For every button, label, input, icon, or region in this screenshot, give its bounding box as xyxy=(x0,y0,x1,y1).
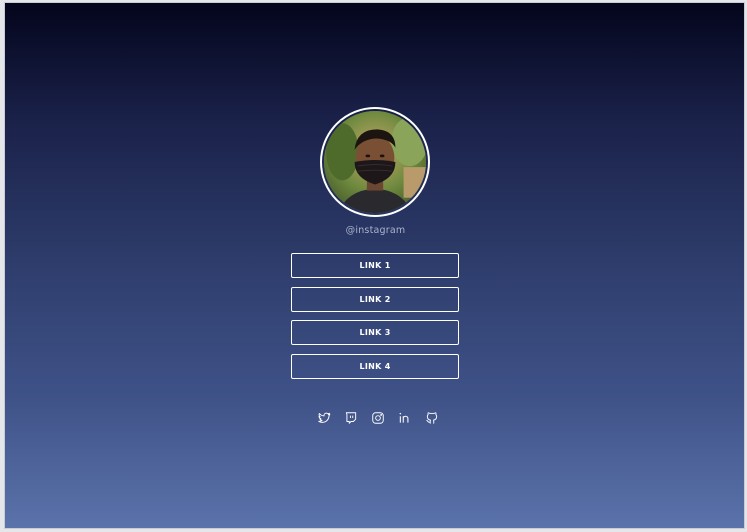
link-list: LINK 1 LINK 2 LINK 3 LINK 4 xyxy=(291,253,459,387)
link-3-button[interactable]: LINK 3 xyxy=(291,320,459,345)
instagram-icon[interactable] xyxy=(371,411,385,425)
social-links xyxy=(5,411,746,425)
link-2-button[interactable]: LINK 2 xyxy=(291,286,459,312)
avatar xyxy=(324,111,426,213)
page-frame: @instagram LINK 1 LINK 2 LINK 3 LINK 4 xyxy=(4,2,745,529)
twitter-icon[interactable] xyxy=(317,411,331,425)
instagram-handle[interactable]: @instagram xyxy=(5,225,746,236)
twitch-icon[interactable] xyxy=(344,411,358,425)
linkedin-icon[interactable] xyxy=(398,411,412,425)
link-4-button[interactable]: LINK 4 xyxy=(291,353,459,379)
github-icon[interactable] xyxy=(425,411,439,425)
link-1-button[interactable]: LINK 1 xyxy=(291,253,459,278)
avatar-ring xyxy=(320,107,430,217)
